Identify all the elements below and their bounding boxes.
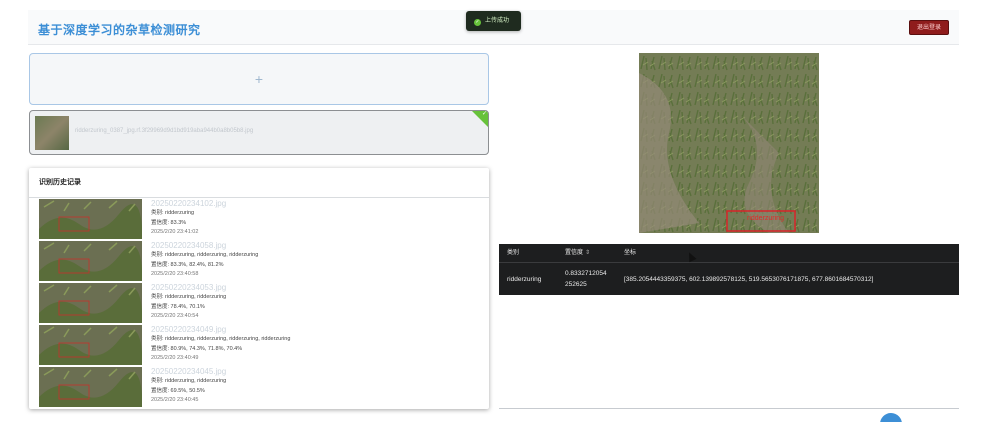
floating-action-button[interactable] [880,413,902,422]
history-confidence: 置信度: 69.5%, 50.5% [151,387,205,394]
history-item-details: 20250220234102.jpg 类别: ridderzuring 置信度:… [151,199,226,238]
history-confidence: 置信度: 80.9%, 74.3%, 71.8%, 70.4% [151,345,243,352]
result-table: 类别 置信度 ⇕ 坐标 ridderzuring 0.8332712054 252… [499,244,959,295]
history-timestamp: 2025/2/20 23:40:45 [151,397,199,403]
table-row: ridderzuring 0.8332712054 252625 [385.20… [499,262,959,295]
history-panel: 识别历史记录 20250220234102.jpg 类别: ridderzuri… [29,168,489,409]
sort-icon[interactable]: ⇕ [585,250,590,256]
history-file-name: 20250220234049.jpg [151,325,227,334]
history-file-name: 20250220234053.jpg [151,283,227,292]
cell-class: ridderzuring [507,276,542,283]
file-name: ridderzuring_0387_jpg.rf.3f29969d9d1bd91… [75,128,254,134]
plus-icon: + [254,71,264,87]
result-panel: ridderzuring 类别 置信度 ⇕ 坐标 ridderzuring 0.8… [499,53,959,409]
column-header-confidence[interactable]: 置信度 ⇕ [565,244,590,262]
history-item-details: 20250220234053.jpg 类别: ridderzuring, rid… [151,283,226,322]
history-classes: 类别: ridderzuring, ridderzuring [151,294,227,300]
logout-button[interactable]: 退出登录 [908,20,949,35]
history-classes: 类别: ridderzuring, ridderzuring, ridderzu… [151,252,259,258]
history-item-details: 20250220234045.jpg 类别: ridderzuring, rid… [151,367,226,406]
toast-message: 上传成功 [485,18,510,24]
history-thumbnail[interactable] [39,241,142,281]
history-title: 识别历史记录 [29,168,489,198]
column-header-coords: 坐标 [624,250,637,256]
cell-confidence-line2: 252625 [565,281,587,288]
history-confidence: 置信度: 83.3%, 82.4%, 81.2% [151,261,224,268]
check-icon: ✓ [481,111,487,117]
column-header-class: 类别 [507,250,520,256]
history-thumbnail[interactable] [39,283,142,323]
history-timestamp: 2025/2/20 23:40:54 [151,313,199,319]
column-header-confidence-label: 置信度 [565,250,584,256]
upload-dropzone[interactable]: + [29,53,489,105]
history-item-details: 20250220234058.jpg 类别: ridderzuring, rid… [151,241,258,280]
history-thumbnail[interactable] [39,367,142,407]
history-thumbnail[interactable] [39,199,142,239]
history-item[interactable]: 20250220234045.jpg 类别: ridderzuring, rid… [39,367,479,407]
file-thumbnail [35,116,69,150]
history-timestamp: 2025/2/20 23:41:02 [151,229,199,235]
cell-coords: [385.2054443359375, 602.139892578125, 51… [624,276,874,283]
cell-confidence: 0.8332712054 252625 [565,268,607,290]
history-file-name: 20250220234045.jpg [151,367,227,376]
history-confidence: 置信度: 78.4%, 70.1% [151,303,205,310]
history-item-details: 20250220234049.jpg 类别: ridderzuring, rid… [151,325,290,364]
app-title: 基于深度学习的杂草检测研究 [38,23,201,37]
detection-label: ridderzuring [747,215,784,222]
detection-result-image: ridderzuring [639,53,819,233]
uploaded-file-item[interactable]: ridderzuring_0387_jpg.rf.3f29969d9d1bd91… [29,110,489,155]
app-page: 基于深度学习的杂草检测研究 退出登录 ✓ 上传成功 + ridderzuring_… [0,0,983,422]
history-classes: 类别: ridderzuring [151,210,195,216]
history-classes: 类别: ridderzuring, ridderzuring [151,378,227,384]
success-toast: ✓ 上传成功 [466,11,521,31]
history-timestamp: 2025/2/20 23:40:49 [151,355,199,361]
history-item[interactable]: 20250220234102.jpg 类别: ridderzuring 置信度:… [39,199,479,239]
cell-confidence-line1: 0.8332712054 [565,270,607,277]
history-file-name: 20250220234058.jpg [151,241,227,250]
history-item[interactable]: 20250220234049.jpg 类别: ridderzuring, rid… [39,325,479,365]
history-item[interactable]: 20250220234053.jpg 类别: ridderzuring, rid… [39,283,479,323]
history-thumbnail[interactable] [39,325,142,365]
check-circle-icon: ✓ [474,19,481,26]
history-item[interactable]: 20250220234058.jpg 类别: ridderzuring, rid… [39,241,479,281]
history-file-name: 20250220234102.jpg [151,199,227,208]
history-timestamp: 2025/2/20 23:40:58 [151,271,199,277]
history-confidence: 置信度: 83.3% [151,219,187,226]
history-classes: 类别: ridderzuring, ridderzuring, ridderzu… [151,336,291,342]
